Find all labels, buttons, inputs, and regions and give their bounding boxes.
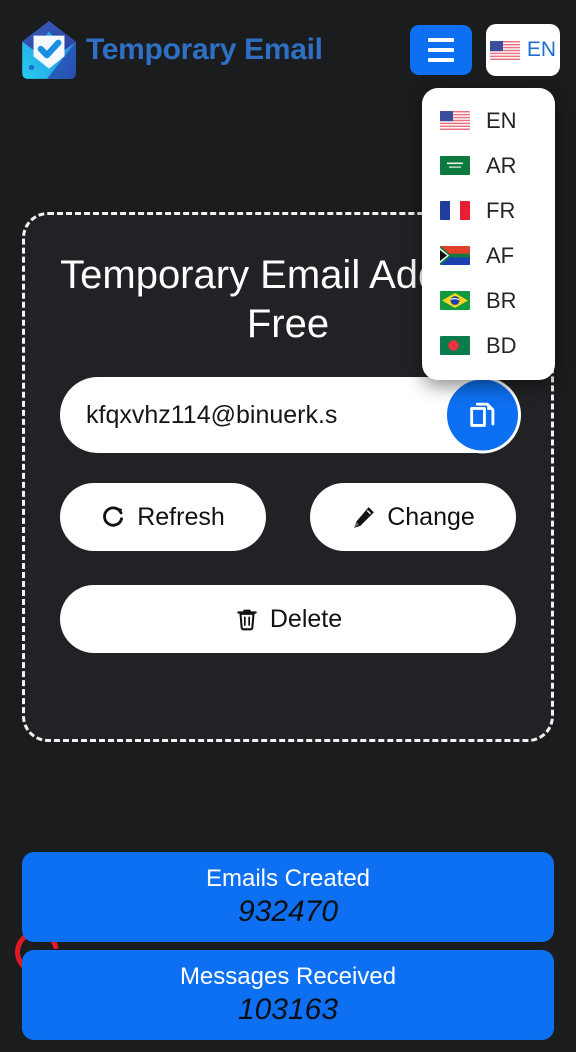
hamburger-menu-icon	[428, 38, 454, 42]
app-root: Temporary Email EN EN AR FR AF BR BD Tem…	[0, 0, 576, 1052]
brand: Temporary Email	[16, 19, 410, 81]
stat-label: Emails Created	[205, 865, 371, 892]
stat-card-messages-received: Messages Received 103163	[22, 950, 554, 1040]
stat-label: Messages Received	[179, 963, 397, 990]
language-option-ar[interactable]: AR	[422, 143, 555, 188]
refresh-button-label: Refresh	[137, 502, 225, 531]
trash-icon	[237, 609, 257, 631]
stat-card-emails-created: Emails Created 932470	[22, 852, 554, 942]
language-option-en[interactable]: EN	[422, 98, 555, 143]
hamburger-menu-icon	[428, 48, 454, 52]
language-option-label: BD	[486, 332, 517, 358]
copy-icon	[469, 402, 494, 427]
pencil-icon	[354, 507, 375, 528]
language-option-label: FR	[486, 197, 516, 223]
us-flag-icon	[440, 111, 470, 130]
language-option-br[interactable]: BR	[422, 278, 555, 323]
hamburger-menu-icon	[428, 58, 454, 62]
language-dropdown[interactable]: EN AR FR AF BR BD	[422, 88, 555, 380]
hamburger-menu-button[interactable]	[410, 25, 472, 75]
fr-flag-icon	[440, 201, 470, 220]
us-flag-icon	[489, 40, 520, 60]
stats-section: Emails Created 932470 Messages Received …	[22, 852, 554, 1040]
change-button-label: Change	[387, 502, 475, 531]
stat-value: 103163	[237, 993, 339, 1026]
email-address-field[interactable]: kfqxvhz114@binuerk.s	[60, 376, 521, 454]
envelope-check-logo-icon	[22, 21, 76, 79]
bd-flag-icon	[440, 336, 470, 355]
language-option-label: AF	[486, 242, 515, 268]
language-option-label: AR	[486, 152, 517, 178]
email-actions-row: Refresh Change	[60, 483, 516, 551]
sa-flag-icon	[440, 156, 470, 175]
language-selector-code: EN	[526, 38, 557, 61]
language-option-bd[interactable]: BD	[422, 323, 555, 368]
change-button[interactable]: Change	[310, 483, 516, 551]
br-flag-icon	[440, 291, 470, 310]
copy-email-button[interactable]	[444, 376, 521, 454]
delete-button[interactable]: Delete	[60, 585, 516, 653]
header-actions: EN	[410, 24, 560, 76]
refresh-icon	[103, 506, 124, 527]
stat-value: 932470	[237, 895, 339, 928]
za-flag-icon	[440, 246, 470, 265]
language-option-label: EN	[486, 107, 517, 133]
language-selector-button[interactable]: EN	[486, 24, 560, 76]
brand-title: Temporary Email	[86, 33, 323, 66]
language-option-fr[interactable]: FR	[422, 188, 555, 233]
language-option-af[interactable]: AF	[422, 233, 555, 278]
app-header: Temporary Email EN	[0, 0, 576, 100]
language-option-label: BR	[486, 287, 517, 313]
delete-button-label: Delete	[269, 604, 343, 633]
refresh-button[interactable]: Refresh	[60, 483, 266, 551]
